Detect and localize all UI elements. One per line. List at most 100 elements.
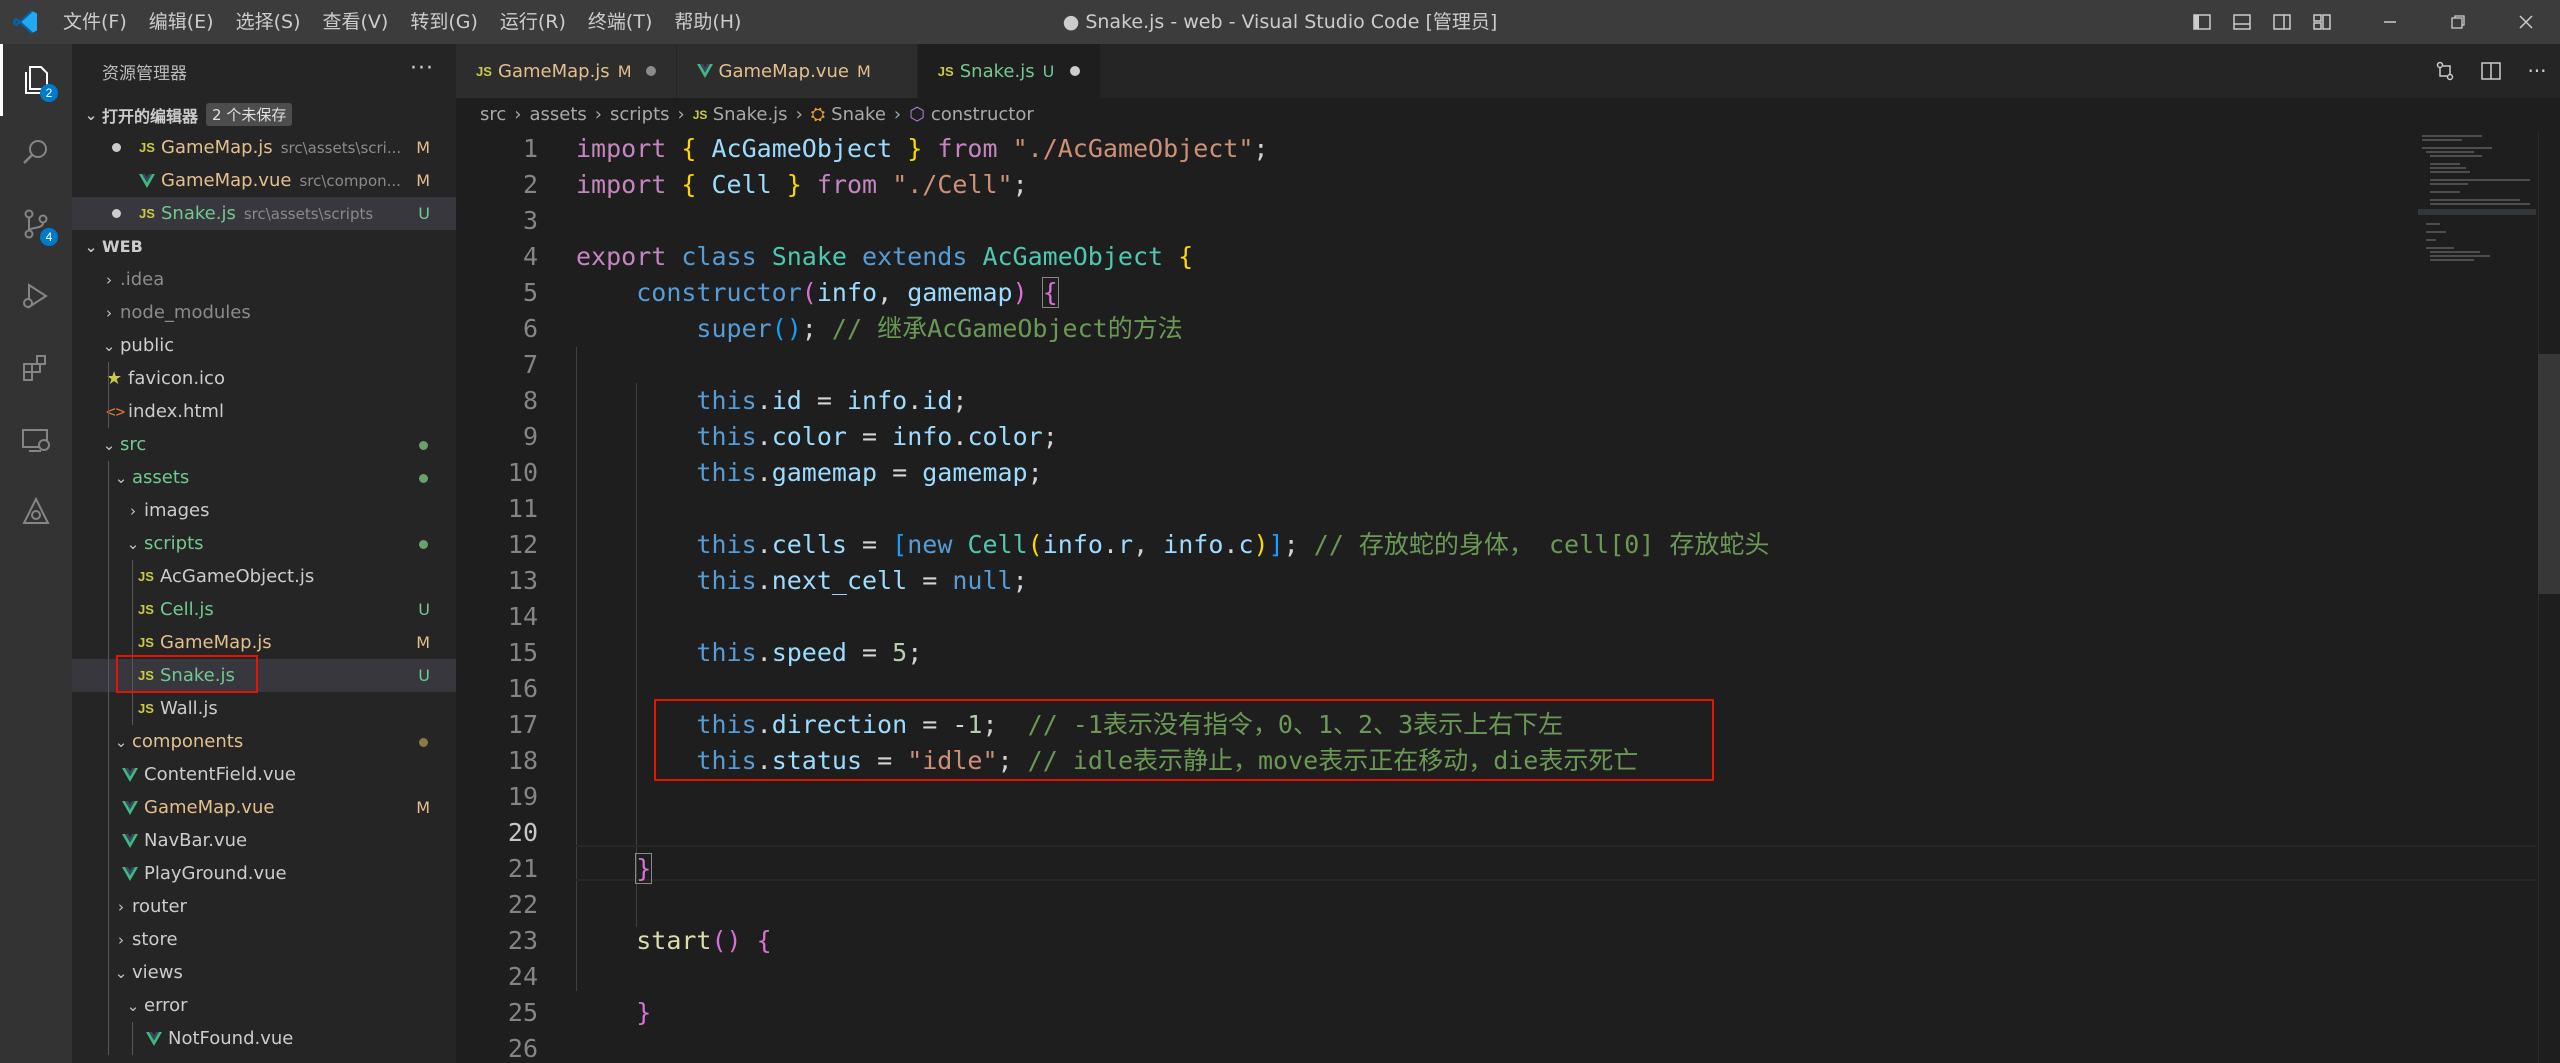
tree-file[interactable]: JS GameMap.js M xyxy=(72,626,456,659)
tree-file[interactable]: NotFound.vue xyxy=(72,1022,456,1055)
chevron-right-icon: › xyxy=(118,897,124,916)
tree-file[interactable]: JS Wall.js xyxy=(72,692,456,725)
more-actions-icon[interactable]: ··· xyxy=(2514,44,2560,98)
tree-label: views xyxy=(132,962,183,983)
unsaved-dot-icon xyxy=(112,143,121,152)
search-icon[interactable] xyxy=(0,116,72,188)
explorer-sidebar: 资源管理器 ··· ⌄ 打开的编辑器 2 个未保存 JS GameMap.js … xyxy=(72,44,456,1063)
tree-folder[interactable]: ⌄ error xyxy=(72,989,456,1022)
line-number: 18 xyxy=(507,746,538,775)
minimap[interactable] xyxy=(2418,131,2538,291)
tree-folder[interactable]: › router xyxy=(72,890,456,923)
tree-label: Cell.js xyxy=(160,599,214,620)
close-icon[interactable] xyxy=(2492,0,2560,44)
menu-terminal[interactable]: 终端(T) xyxy=(577,0,663,44)
menu-view[interactable]: 查看(V) xyxy=(312,0,400,44)
open-editor-name: GameMap.js xyxy=(161,137,273,158)
scrollbar-thumb[interactable] xyxy=(2538,354,2560,594)
js-file-icon: JS xyxy=(138,635,154,650)
open-editor-item[interactable]: GameMap.vue src\compon... M xyxy=(72,164,456,197)
unsaved-dot-icon[interactable] xyxy=(1070,66,1081,76)
code-line: } xyxy=(635,853,653,884)
split-editor-icon[interactable] xyxy=(2468,44,2514,98)
tree-folder[interactable]: ⌄ public xyxy=(72,329,456,362)
line-number: 3 xyxy=(522,206,538,235)
breadcrumb-item[interactable]: constructor xyxy=(931,104,1034,125)
breadcrumb-item[interactable]: scripts xyxy=(610,104,670,125)
minimize-icon[interactable] xyxy=(2356,0,2424,44)
git-folder-dot-icon xyxy=(419,738,428,747)
extensions-icon[interactable] xyxy=(0,332,72,404)
open-editors-section[interactable]: ⌄ 打开的编辑器 2 个未保存 xyxy=(72,98,456,131)
toggle-panel-icon[interactable] xyxy=(2222,0,2262,44)
tree-file[interactable]: ContentField.vue xyxy=(72,758,456,791)
tree-file-selected[interactable]: JS Snake.js U xyxy=(72,655,456,693)
tree-file[interactable]: ★ favicon.ico xyxy=(72,362,456,395)
tree-folder[interactable]: › .idea xyxy=(72,263,456,296)
tree-folder[interactable]: ⌄ assets xyxy=(72,461,456,494)
line-number: 17 xyxy=(507,710,538,739)
tree-folder[interactable]: ⌄ src xyxy=(72,428,456,461)
breadcrumb-item[interactable]: assets xyxy=(529,104,586,125)
menu-edit[interactable]: 编辑(E) xyxy=(138,0,225,44)
toggle-sidebar-icon[interactable] xyxy=(2182,0,2222,44)
run-debug-icon[interactable] xyxy=(0,260,72,332)
code-line: start() { xyxy=(636,926,772,955)
menu-file[interactable]: 文件(F) xyxy=(52,0,138,44)
menu-run[interactable]: 运行(R) xyxy=(489,0,577,44)
tree-label: assets xyxy=(132,467,190,488)
tab-label: GameMap.js xyxy=(498,60,610,82)
breadcrumb-item[interactable]: Snake.js xyxy=(713,104,788,125)
tab-snake-js[interactable]: JS Snake.js U xyxy=(917,44,1102,98)
code-editor[interactable]: 1 import { AcGameObject } from "./AcGameO… xyxy=(456,131,2560,1063)
tree-folder[interactable]: ⌄ components xyxy=(72,725,456,758)
more-actions-icon[interactable]: ··· xyxy=(410,56,434,81)
menu-selection[interactable]: 选择(S) xyxy=(225,0,312,44)
timeline-icon[interactable] xyxy=(0,476,72,548)
editor-tabs: JS GameMap.js M GameMap.vue M JS Snake.j… xyxy=(456,44,2560,98)
tree-file[interactable]: <> index.html xyxy=(72,395,456,428)
breadcrumb-item[interactable]: Snake xyxy=(831,104,886,125)
toggle-secondary-sidebar-icon[interactable] xyxy=(2262,0,2302,44)
vertical-scrollbar[interactable] xyxy=(2538,131,2560,1063)
customize-layout-icon[interactable] xyxy=(2302,0,2342,44)
unsaved-dot-icon xyxy=(112,209,121,218)
compare-changes-icon[interactable] xyxy=(2422,44,2468,98)
tree-file[interactable]: PlayGround.vue xyxy=(72,857,456,890)
chevron-right-icon: › xyxy=(130,501,136,520)
remote-explorer-icon[interactable] xyxy=(0,404,72,476)
menu-help[interactable]: 帮助(H) xyxy=(663,0,752,44)
html-file-icon: <> xyxy=(106,402,126,421)
open-editor-item[interactable]: JS GameMap.js src\assets\scri... M xyxy=(72,131,456,164)
git-status: U xyxy=(418,204,430,223)
chevron-down-icon: ⌄ xyxy=(84,237,98,256)
tab-gamemap-vue[interactable]: GameMap.vue M xyxy=(676,44,918,98)
code-line: this.cells = [new Cell(info.r, info.c)];… xyxy=(696,530,1770,559)
tree-folder[interactable]: › node_modules xyxy=(72,296,456,329)
breadcrumb-item[interactable]: src xyxy=(480,104,506,125)
source-control-icon[interactable]: 4 xyxy=(0,188,72,260)
open-editor-item[interactable]: JS Snake.js src\assets\scripts U xyxy=(72,197,456,230)
vue-file-icon xyxy=(122,833,144,848)
menu-go[interactable]: 转到(G) xyxy=(399,0,489,44)
tab-gamemap-js[interactable]: JS GameMap.js M xyxy=(456,44,677,98)
tree-folder[interactable]: › store xyxy=(72,923,456,956)
tree-file[interactable]: NavBar.vue xyxy=(72,824,456,857)
unsaved-dot-icon xyxy=(645,66,656,76)
tree-file[interactable]: JS Cell.js U xyxy=(72,593,456,626)
explorer-icon[interactable]: 2 xyxy=(0,44,72,116)
js-file-icon: JS xyxy=(138,701,154,716)
restore-icon[interactable] xyxy=(2424,0,2492,44)
chevron-down-icon: ⌄ xyxy=(102,336,116,355)
tree-file[interactable]: GameMap.vue M xyxy=(72,791,456,824)
tree-file[interactable]: JS AcGameObject.js xyxy=(72,560,456,593)
tree-label: components xyxy=(132,731,244,752)
workspace-title: WEB xyxy=(102,237,143,256)
workspace-section[interactable]: ⌄ WEB xyxy=(72,230,456,263)
open-editor-path: src\assets\scri... xyxy=(280,138,402,157)
tree-folder[interactable]: ⌄ views xyxy=(72,956,456,989)
tree-folder[interactable]: ⌄ scripts xyxy=(72,527,456,560)
git-folder-dot-icon xyxy=(419,540,428,549)
tree-folder[interactable]: › images xyxy=(72,494,456,527)
line-number: 9 xyxy=(522,422,538,451)
